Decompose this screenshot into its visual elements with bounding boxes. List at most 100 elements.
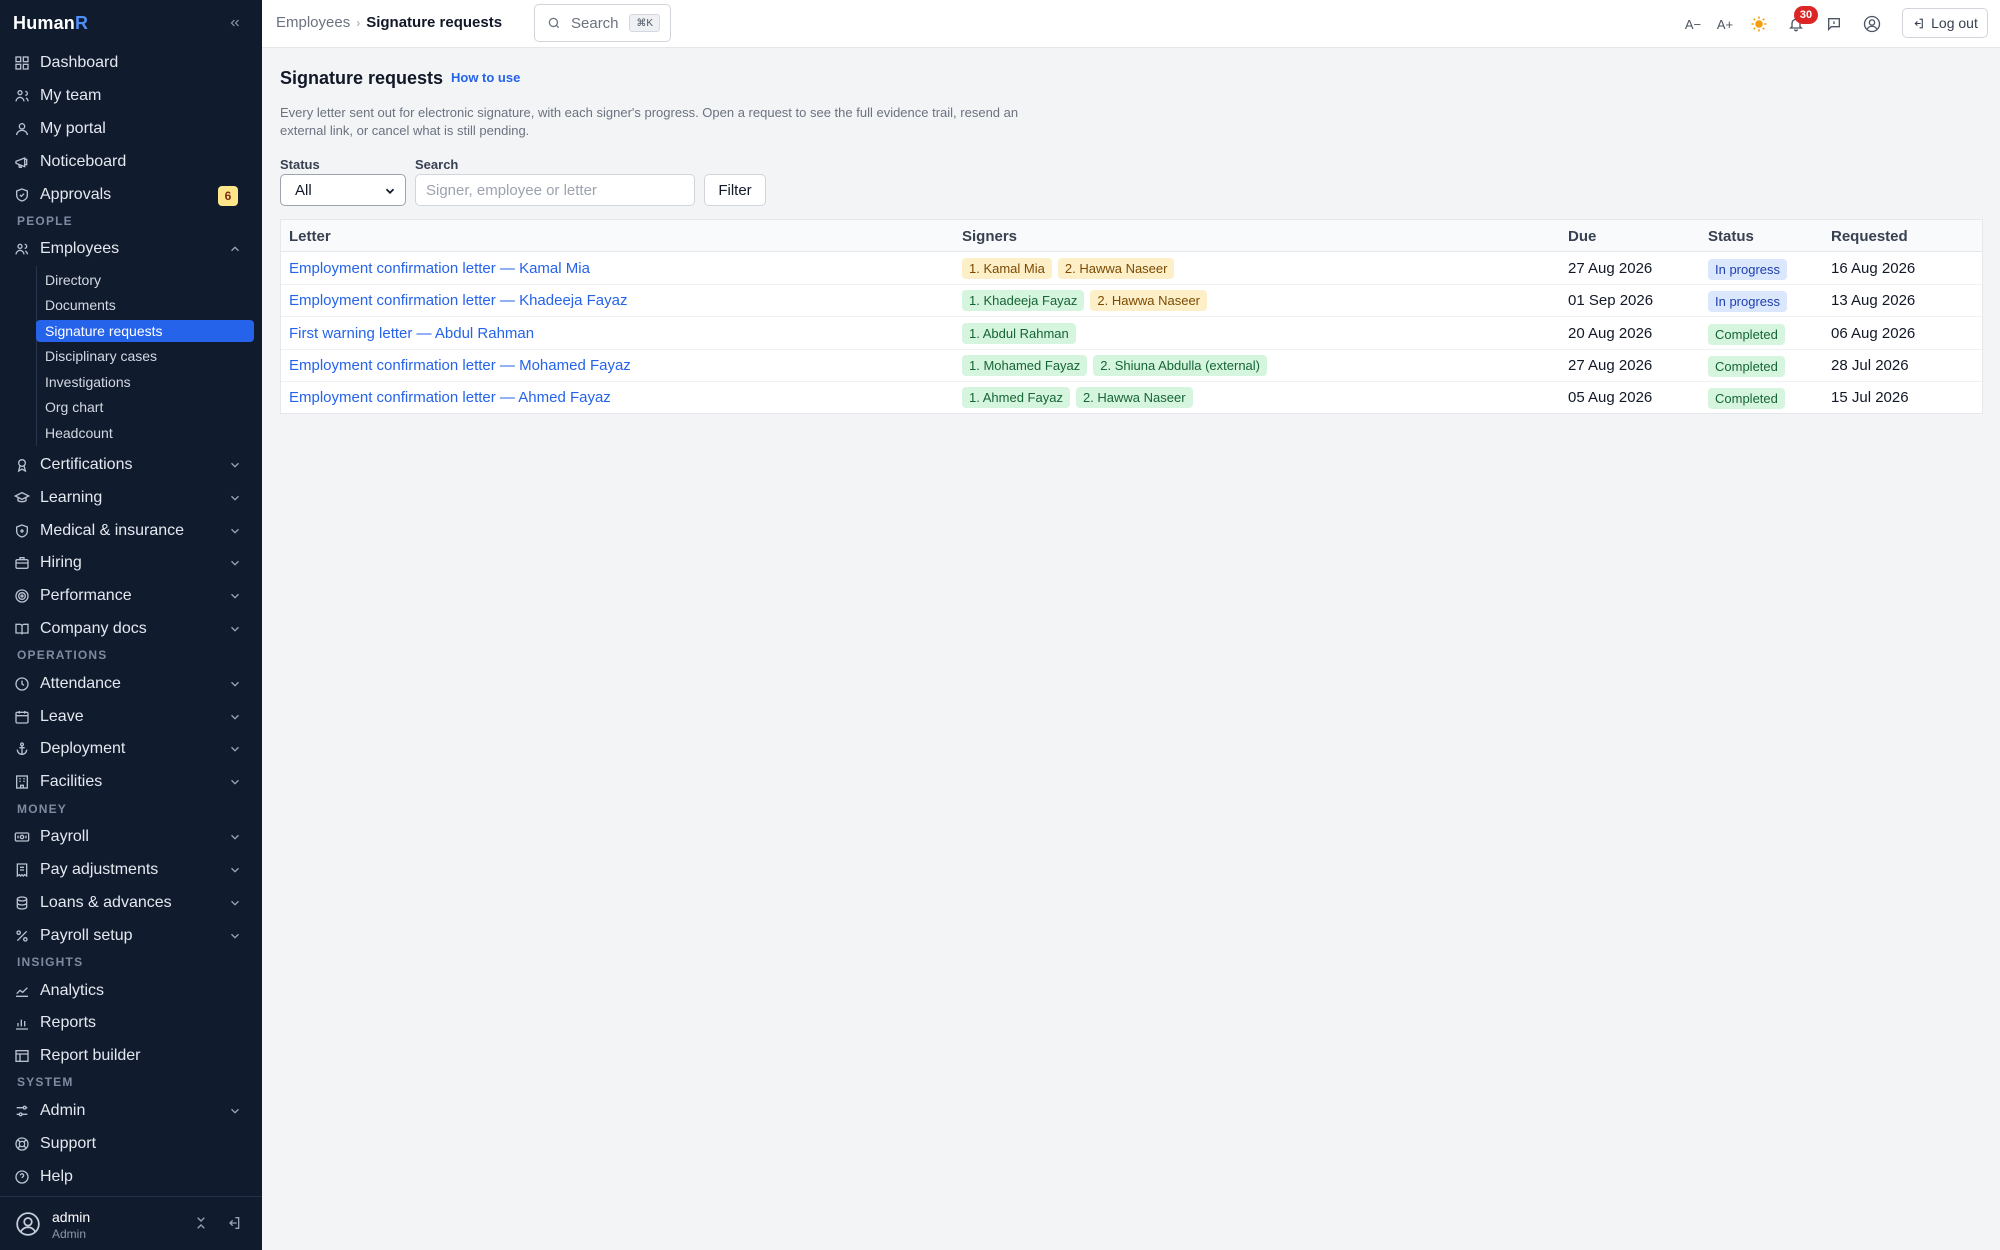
requested-date: 15 Jul 2026 [1831, 389, 1909, 407]
chevron-down-icon [231, 746, 239, 752]
sidebar-item-payroll[interactable]: Payroll [14, 822, 250, 852]
sidebar-item-label: Payroll [40, 828, 89, 845]
table-row[interactable]: Employment confirmation letter — Ahmed F… [281, 382, 1982, 414]
sidebar-item-label: Certifications [40, 456, 133, 473]
global-search-button[interactable]: Search ⌘K [534, 4, 671, 42]
breadcrumb-current: Signature requests [366, 14, 503, 31]
sidebar-item-label: Analytics [40, 982, 105, 999]
table-row[interactable]: Employment confirmation letter — Mohamed… [281, 350, 1982, 382]
due-date: 01 Sep 2026 [1568, 292, 1654, 310]
logout-label: Log out [1931, 15, 1978, 31]
filter-button[interactable]: Filter [704, 174, 766, 206]
sidebar-item-pay-adjustments[interactable]: Pay adjustments [14, 855, 250, 885]
chevron-down-icon [231, 528, 239, 534]
status-badge: In progress [1708, 291, 1788, 313]
chevrons-up-down-icon[interactable] [193, 1215, 209, 1231]
brand-logo[interactable]: HumanR [13, 13, 88, 34]
sidebar-item-performance[interactable]: Performance [14, 581, 250, 611]
chevron-down-icon [231, 560, 239, 566]
sidebar-item-loans-advances[interactable]: Loans & advances [14, 888, 250, 918]
letter-link[interactable]: Employment confirmation letter — Ahmed F… [289, 389, 611, 406]
sidebar-item-approvals[interactable]: Approvals 6 [14, 180, 250, 210]
search-filter-input[interactable] [415, 174, 695, 206]
signers-list: 1. Abdul Rahman [962, 322, 1076, 344]
sidebar-item-noticeboard[interactable]: Noticeboard [14, 147, 250, 177]
chevron-down-icon [231, 593, 239, 599]
sidebar-item-facilities[interactable]: Facilities [14, 767, 250, 797]
signer-chip: 1. Ahmed Fayaz [962, 387, 1070, 409]
logout-icon[interactable] [226, 1215, 242, 1231]
sidebar: HumanR Dashboard My team My portal Notic… [0, 0, 262, 1250]
sidebar-item-support[interactable]: Support [14, 1129, 250, 1159]
sidebar-item-label: Leave [40, 708, 84, 725]
letter-link[interactable]: Employment confirmation letter — Kamal M… [289, 260, 590, 277]
sidebar-item-leave[interactable]: Leave [14, 702, 250, 732]
help-circle-icon [14, 1169, 30, 1185]
table-row[interactable]: Employment confirmation letter — Kamal M… [281, 253, 1982, 285]
sidebar-item-report-builder[interactable]: Report builder [14, 1041, 250, 1071]
theme-toggle-button[interactable] [1749, 14, 1769, 34]
shield-plus-icon [14, 523, 30, 539]
sidebar-item-analytics[interactable]: Analytics [14, 976, 250, 1006]
sidebar-item-employees[interactable]: Employees [14, 234, 250, 264]
sidebar-item-label: Support [40, 1135, 97, 1152]
sidebar-item-attendance[interactable]: Attendance [14, 669, 250, 699]
due-date: 27 Aug 2026 [1568, 356, 1653, 374]
sliders-icon [14, 1103, 30, 1119]
sidebar-subitem-signature-requests[interactable]: Signature requests [36, 320, 254, 342]
sidebar-item-learning[interactable]: Learning [14, 483, 250, 513]
sidebar-item-label: Pay adjustments [40, 861, 159, 878]
sidebar-subitem-documents[interactable]: Documents [36, 294, 254, 316]
chevron-down-icon [231, 626, 239, 632]
avatar[interactable] [15, 1211, 41, 1237]
font-decrease-button[interactable]: A− [1682, 14, 1704, 34]
sidebar-subitem-directory[interactable]: Directory [36, 269, 254, 291]
logout-icon [1914, 18, 1923, 28]
sidebar-item-help[interactable]: Help [14, 1162, 250, 1192]
sidebar-item-medical-insurance[interactable]: Medical & insurance [14, 516, 250, 546]
messages-button[interactable] [1824, 14, 1844, 34]
graduation-cap-icon [14, 490, 30, 506]
lifebuoy-icon [14, 1136, 30, 1152]
column-header-requested[interactable]: Requested [1831, 228, 1908, 245]
letter-link[interactable]: Employment confirmation letter — Khadeej… [289, 292, 628, 309]
sidebar-item-company-docs[interactable]: Company docs [14, 614, 250, 644]
column-header-due[interactable]: Due [1568, 228, 1596, 245]
column-header-status[interactable]: Status [1708, 228, 1754, 245]
user-name: admin [52, 1209, 91, 1225]
breadcrumb-separator: › [356, 15, 361, 30]
letter-link[interactable]: First warning letter — Abdul Rahman [289, 325, 534, 342]
sidebar-item-payroll-setup[interactable]: Payroll setup [14, 921, 250, 951]
receipt-icon [14, 862, 30, 878]
how-to-use-link[interactable]: How to use [451, 70, 520, 85]
font-increase-button[interactable]: A+ [1714, 14, 1736, 34]
sidebar-item-dashboard[interactable]: Dashboard [14, 48, 250, 78]
column-header-signers[interactable]: Signers [962, 228, 1017, 245]
sidebar-subitem-disciplinary-cases[interactable]: Disciplinary cases [36, 345, 254, 367]
signer-chip: 2. Hawwa Naseer [1075, 387, 1193, 409]
sidebar-item-my-team[interactable]: My team [14, 81, 250, 111]
shield-check-icon [14, 187, 30, 203]
section-label-money: MONEY [17, 802, 68, 816]
sidebar-subitem-headcount[interactable]: Headcount [36, 422, 254, 444]
letter-link[interactable]: Employment confirmation letter — Mohamed… [289, 357, 631, 374]
table-row[interactable]: First warning letter — Abdul Rahman 1. Ab… [281, 318, 1982, 350]
sidebar-item-label: Approvals [40, 186, 112, 203]
calendar-icon [14, 709, 30, 725]
sidebar-item-admin[interactable]: Admin [14, 1096, 250, 1126]
profile-button[interactable] [1861, 14, 1883, 34]
sidebar-item-my-portal[interactable]: My portal [14, 114, 250, 144]
sidebar-item-deployment[interactable]: Deployment [14, 734, 250, 764]
sidebar-item-reports[interactable]: Reports [14, 1008, 250, 1038]
user-role: Admin [52, 1227, 87, 1241]
table-row[interactable]: Employment confirmation letter — Khadeej… [281, 285, 1982, 318]
logout-button[interactable]: Log out [1902, 8, 1988, 38]
status-filter-select[interactable]: All [280, 174, 406, 206]
collapse-sidebar-button[interactable] [226, 12, 244, 34]
sidebar-item-hiring[interactable]: Hiring [14, 548, 250, 578]
sidebar-subitem-org-chart[interactable]: Org chart [36, 396, 254, 418]
breadcrumb-parent-link[interactable]: Employees [276, 14, 350, 31]
sidebar-item-certifications[interactable]: Certifications [14, 450, 250, 480]
column-header-letter[interactable]: Letter [289, 228, 331, 245]
sidebar-subitem-investigations[interactable]: Investigations [36, 371, 254, 393]
